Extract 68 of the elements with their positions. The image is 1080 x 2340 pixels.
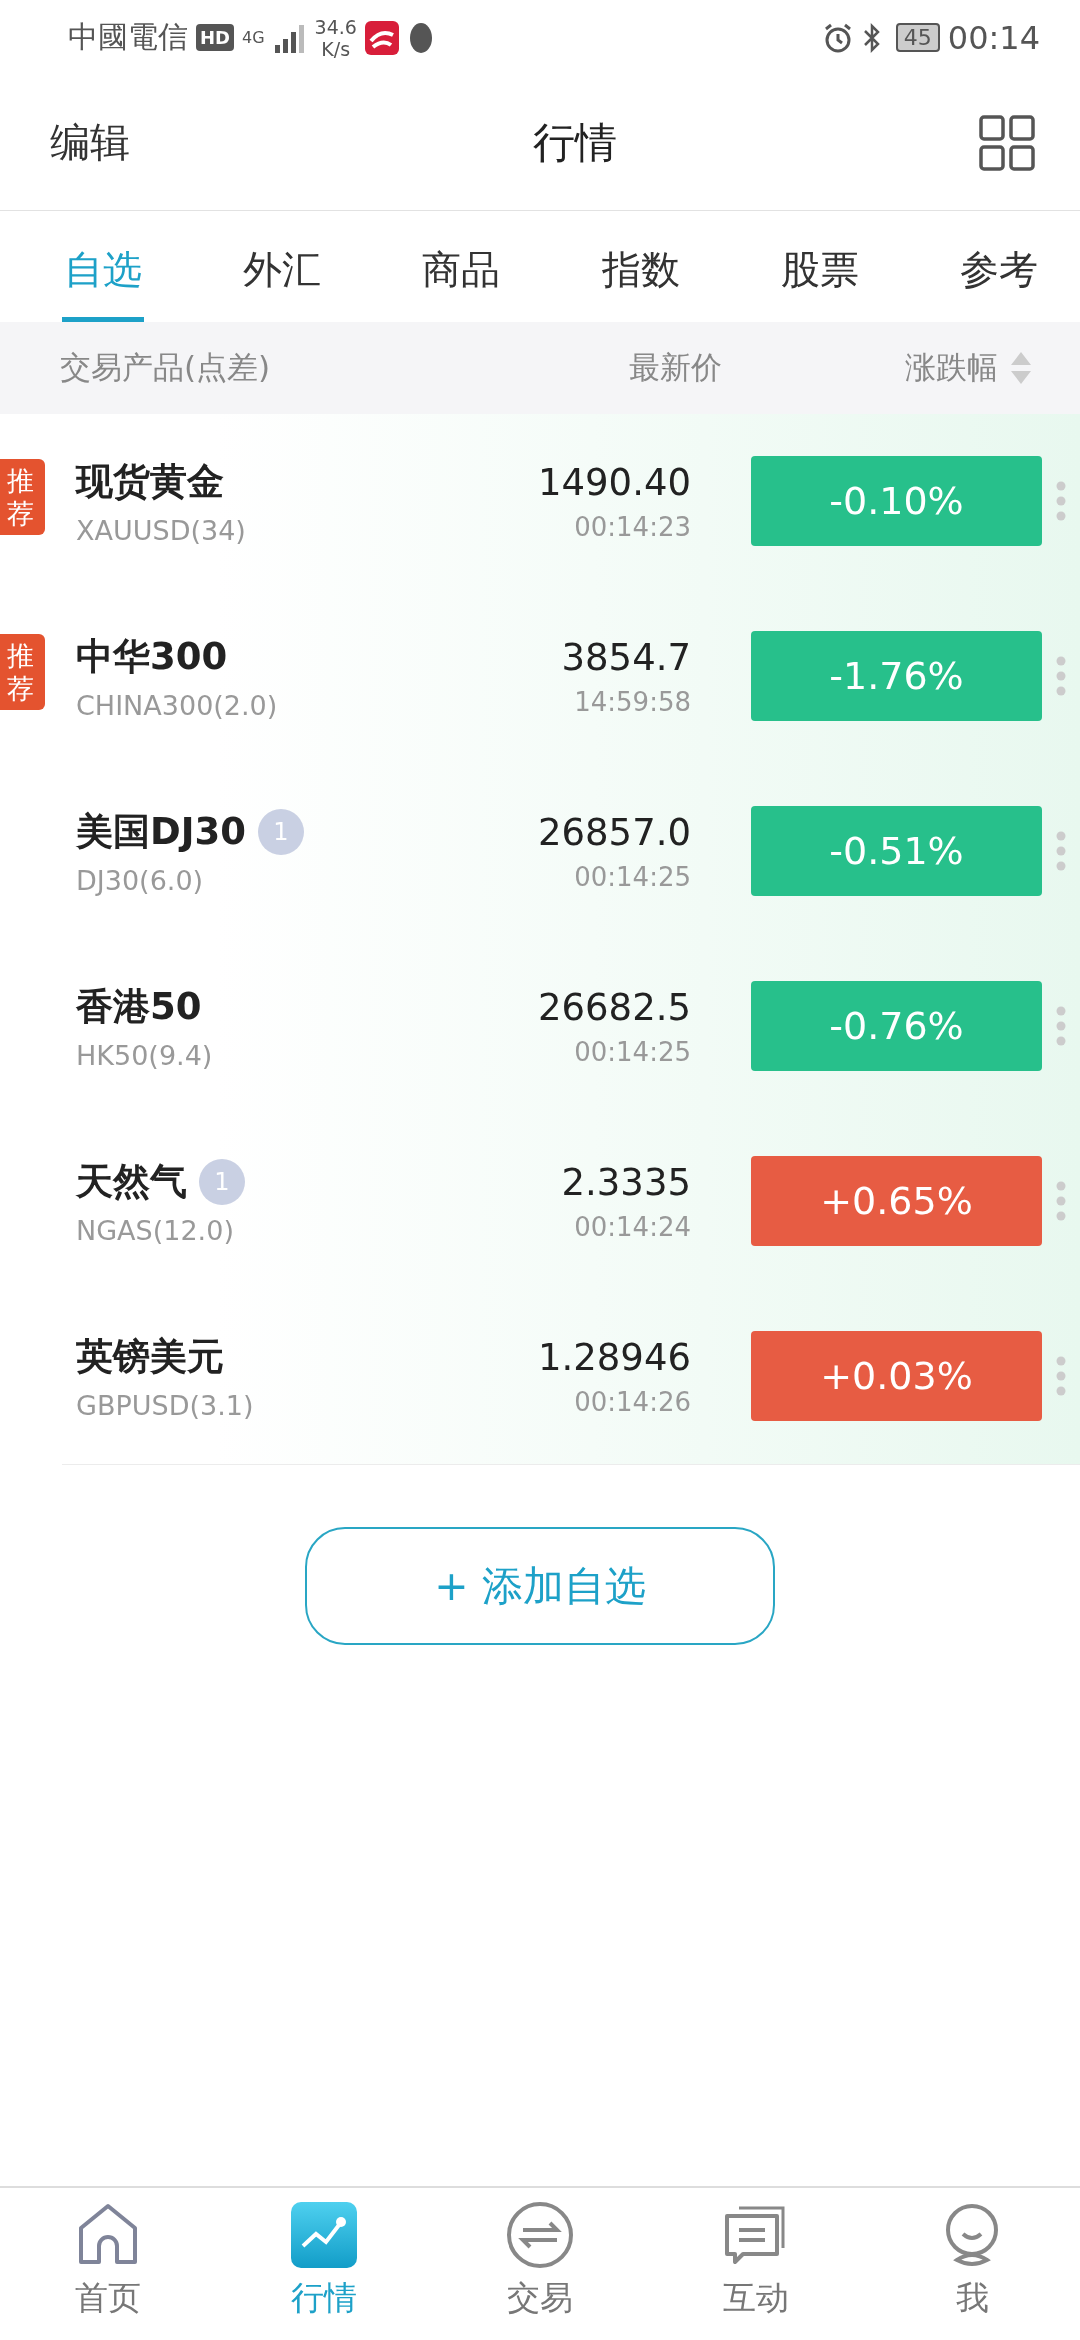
recommend-tag: 推荐: [0, 634, 45, 710]
latest-price: 26857.0: [538, 810, 691, 854]
category-tab[interactable]: 商品: [420, 211, 503, 322]
product-code: HK50(9.4): [76, 1039, 214, 1071]
product-code: XAUUSD(34): [76, 514, 247, 546]
more-icon[interactable]: [1056, 480, 1066, 522]
hd-badge: HD: [196, 24, 234, 51]
latest-price: 1490.40: [538, 460, 691, 504]
page-title: 行情: [532, 116, 617, 169]
nav-tab[interactable]: 互动: [648, 2188, 864, 2340]
latest-price: 2.3335: [561, 1160, 691, 1204]
change-button[interactable]: -1.76%: [751, 631, 1042, 721]
quote-time: 00:14:26: [574, 1386, 691, 1417]
signal-icon: [272, 22, 307, 53]
quote-time: 00:14:23: [574, 511, 691, 542]
quote-time: 00:14:24: [574, 1211, 691, 1242]
recommend-tag: 推荐: [0, 459, 45, 535]
product-name: 现货黄金: [76, 458, 224, 505]
sort-icon[interactable]: [1010, 350, 1032, 386]
product-code: NGAS(12.0): [76, 1214, 235, 1246]
carrier-name: 中國電信: [68, 18, 188, 56]
more-icon[interactable]: [1056, 655, 1066, 697]
column-header: 交易产品(点差): [60, 348, 272, 387]
network-type: 4G: [242, 28, 265, 47]
product-code: CHINA300(2.0): [76, 689, 279, 721]
more-icon[interactable]: [1056, 1005, 1066, 1047]
change-button[interactable]: -0.10%: [751, 456, 1042, 546]
quote-time: 00:14:25: [574, 861, 691, 892]
nav-tab[interactable]: 我: [864, 2188, 1080, 2340]
latest-price: 3854.7: [561, 635, 691, 679]
battery-level: 45: [895, 23, 940, 52]
product-name: 美国DJ30: [76, 808, 246, 855]
speed-unit: K/s: [321, 37, 351, 60]
column-header[interactable]: 涨跌幅: [905, 347, 998, 389]
chart-icon: [289, 2200, 359, 2270]
bluetooth-icon: [861, 21, 882, 54]
more-icon[interactable]: [1056, 830, 1066, 872]
latest-price: 26682.5: [538, 985, 691, 1029]
category-tab[interactable]: 指数: [599, 211, 682, 322]
add-watchlist-button[interactable]: + 添加自选: [305, 1527, 775, 1645]
product-name: 天然气: [76, 1158, 187, 1205]
latest-price: 1.28946: [538, 1335, 691, 1379]
nav-tab[interactable]: 首页: [0, 2188, 216, 2340]
edit-button[interactable]: 编辑: [50, 115, 170, 170]
product-name: 香港50: [76, 983, 202, 1030]
exchange-icon: [505, 2200, 575, 2270]
change-button[interactable]: -0.51%: [751, 806, 1042, 896]
category-tab[interactable]: 股票: [778, 211, 861, 322]
change-button[interactable]: +0.03%: [751, 1331, 1042, 1421]
change-button[interactable]: +0.65%: [751, 1156, 1042, 1246]
app-icon: [364, 20, 399, 55]
category-tab[interactable]: 外汇: [241, 211, 324, 322]
column-header: 最新价: [628, 348, 723, 387]
grid-icon[interactable]: [979, 114, 1035, 171]
change-button[interactable]: -0.76%: [751, 981, 1042, 1071]
more-icon[interactable]: [1056, 1180, 1066, 1222]
product-name: 中华300: [76, 633, 228, 680]
nav-tab[interactable]: 行情: [216, 2188, 432, 2340]
quote-time: 00:14:25: [574, 1036, 691, 1067]
speed-value: 34.6: [314, 15, 357, 38]
nav-tab[interactable]: 交易: [432, 2188, 648, 2340]
category-tab[interactable]: 参考: [957, 211, 1040, 322]
product-code: GBPUSD(3.1): [76, 1389, 255, 1421]
quote-time: 14:59:58: [574, 686, 691, 717]
more-icon[interactable]: [1056, 1355, 1066, 1397]
product-code: DJ30(6.0): [76, 864, 205, 896]
clock: 00:14: [947, 18, 1040, 57]
product-name: 英镑美元: [76, 1333, 224, 1380]
